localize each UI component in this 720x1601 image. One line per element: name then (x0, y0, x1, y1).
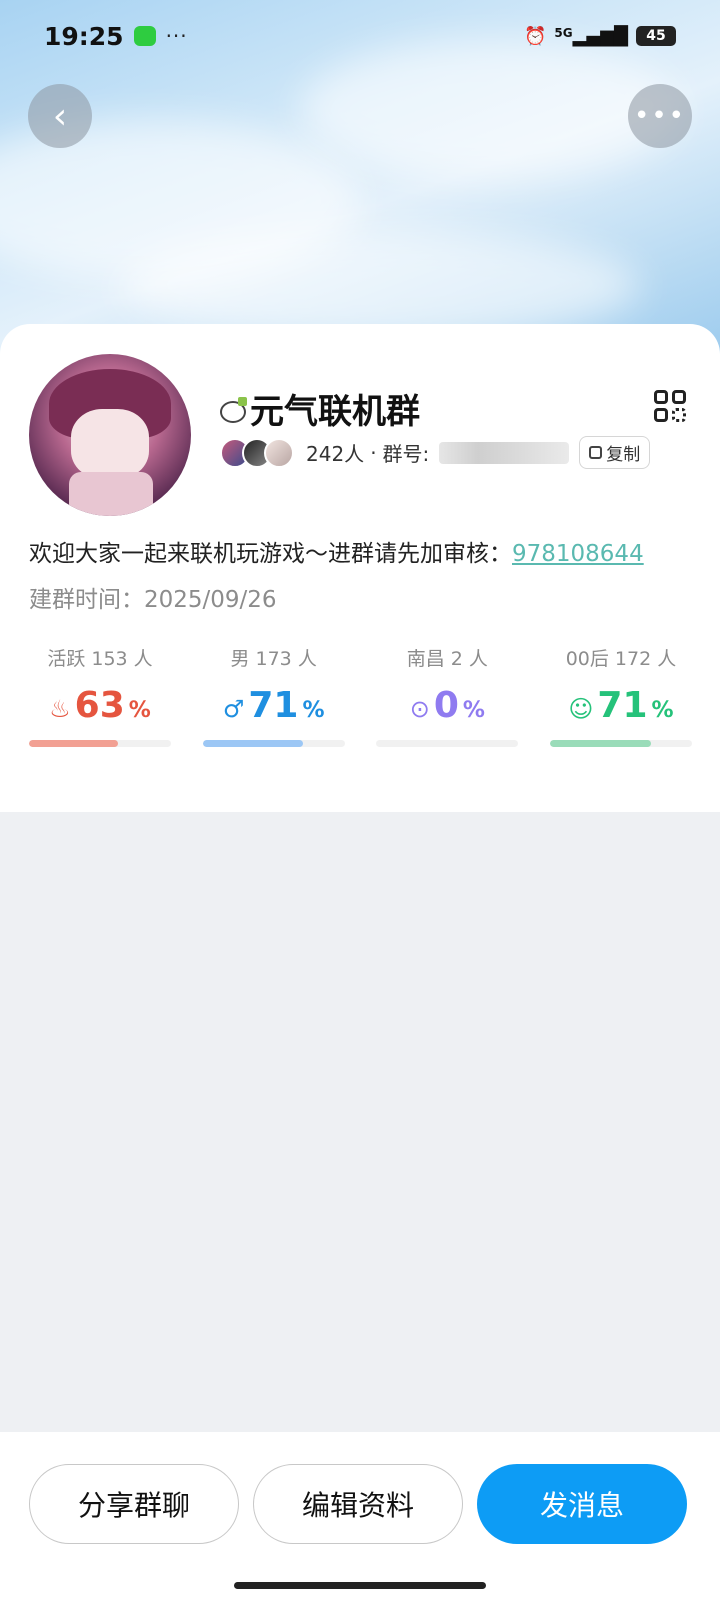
edit-profile-button[interactable]: 编辑资料 (253, 1464, 463, 1544)
stat-item[interactable]: 男 173 人 ♂ 71% (202, 644, 345, 747)
more-dots-icon: ••• (633, 101, 686, 131)
group-id-label: 群号: (382, 442, 430, 466)
stat-label: 男 173 人 (230, 648, 317, 670)
share-group-button[interactable]: 分享群聊 (29, 1464, 239, 1544)
group-title-row: 元气联机群 (220, 384, 420, 433)
stat-progress-bar (29, 740, 171, 747)
copy-icon (589, 446, 603, 459)
copy-label: 复制 (606, 445, 641, 465)
male-icon: ♂ (222, 695, 245, 723)
back-button[interactable]: ‹ (28, 84, 92, 148)
stat-label: 00后 172 人 (565, 648, 677, 670)
status-bar: 19:25 ··· ⏰ 5G▂▄▆█ 45 (0, 0, 720, 72)
signal-icon: 5G▂▄▆█ (554, 25, 628, 47)
stat-progress-fill (202, 740, 304, 747)
stat-value: ♨ 63% (29, 685, 171, 726)
message-notification-icon (133, 26, 156, 46)
qr-code-icon[interactable] (654, 390, 686, 422)
stat-unit: % (128, 698, 151, 723)
stat-progress-fill (29, 740, 119, 747)
separator-dot: · (370, 440, 377, 465)
stat-unit: % (462, 698, 485, 723)
group-info-card: 元气联机群 242人 · 群号: 复制 欢迎大家一起来联机玩游戏～进群请先加审核… (0, 324, 720, 812)
stat-item[interactable]: 00后 172 人 ☺ 71% (549, 644, 692, 747)
more-options-button[interactable]: ••• (628, 84, 692, 148)
created-date: 建群时间：2025/09/26 (29, 587, 277, 613)
stat-number: 0 (433, 685, 459, 726)
group-name: 元气联机群 (250, 392, 420, 432)
member-avatars[interactable] (220, 437, 294, 468)
person-icon: ☺ (568, 695, 594, 723)
stat-progress-bar (202, 740, 345, 747)
copy-group-id-button[interactable]: 复制 (579, 436, 651, 469)
stat-number: 71 (597, 685, 648, 726)
home-indicator (234, 1582, 486, 1589)
send-message-button[interactable]: 发消息 (477, 1464, 687, 1544)
stat-unit: % (651, 698, 674, 723)
battery-icon: 45 (636, 26, 676, 46)
stat-value: ⊙ 0% (376, 685, 518, 726)
status-time: 19:25 (44, 21, 124, 51)
stat-label: 南昌 2 人 (406, 648, 488, 670)
stat-item[interactable]: 活跃 153 人 ♨ 63% (29, 644, 171, 747)
group-stats: 活跃 153 人 ♨ 63% 男 173 人 ♂ 71% 南昌 2 人 ⊙ 0% 00后 172 … (29, 644, 692, 747)
group-avatar[interactable] (29, 354, 191, 516)
group-description: 欢迎大家一起来联机玩游戏～进群请先加审核：978108644 (29, 534, 644, 568)
flame-icon: ♨ (49, 695, 71, 723)
description-link[interactable]: 978108644 (512, 541, 644, 567)
more-notifications-icon: ··· (165, 24, 188, 48)
location-icon: ⊙ (409, 695, 430, 723)
group-id-redacted (439, 441, 570, 464)
member-avatar (264, 437, 294, 468)
stat-number: 63 (74, 685, 125, 726)
member-count[interactable]: 242人 (306, 438, 364, 467)
group-meta-row: 242人 · 群号: 复制 (220, 436, 651, 469)
description-text: 欢迎大家一起来联机玩游戏～进群请先加审核： (29, 541, 512, 567)
stat-unit: % (302, 698, 325, 723)
group-level-icon (220, 396, 247, 423)
chevron-left-icon: ‹ (52, 95, 68, 137)
bottom-action-bar: 分享群聊 编辑资料 发消息 (0, 1432, 720, 1601)
stat-number: 71 (248, 685, 299, 726)
alarm-icon: ⏰ (524, 25, 547, 47)
stat-progress-fill (549, 740, 651, 747)
stat-value: ♂ 71% (203, 685, 345, 726)
stat-value: ☺ 71% (550, 685, 692, 726)
stat-item[interactable]: 南昌 2 人 ⊙ 0% (376, 644, 519, 747)
stat-progress-bar (549, 740, 692, 747)
stat-label: 活跃 153 人 (47, 648, 153, 670)
stat-progress-bar (376, 740, 519, 747)
